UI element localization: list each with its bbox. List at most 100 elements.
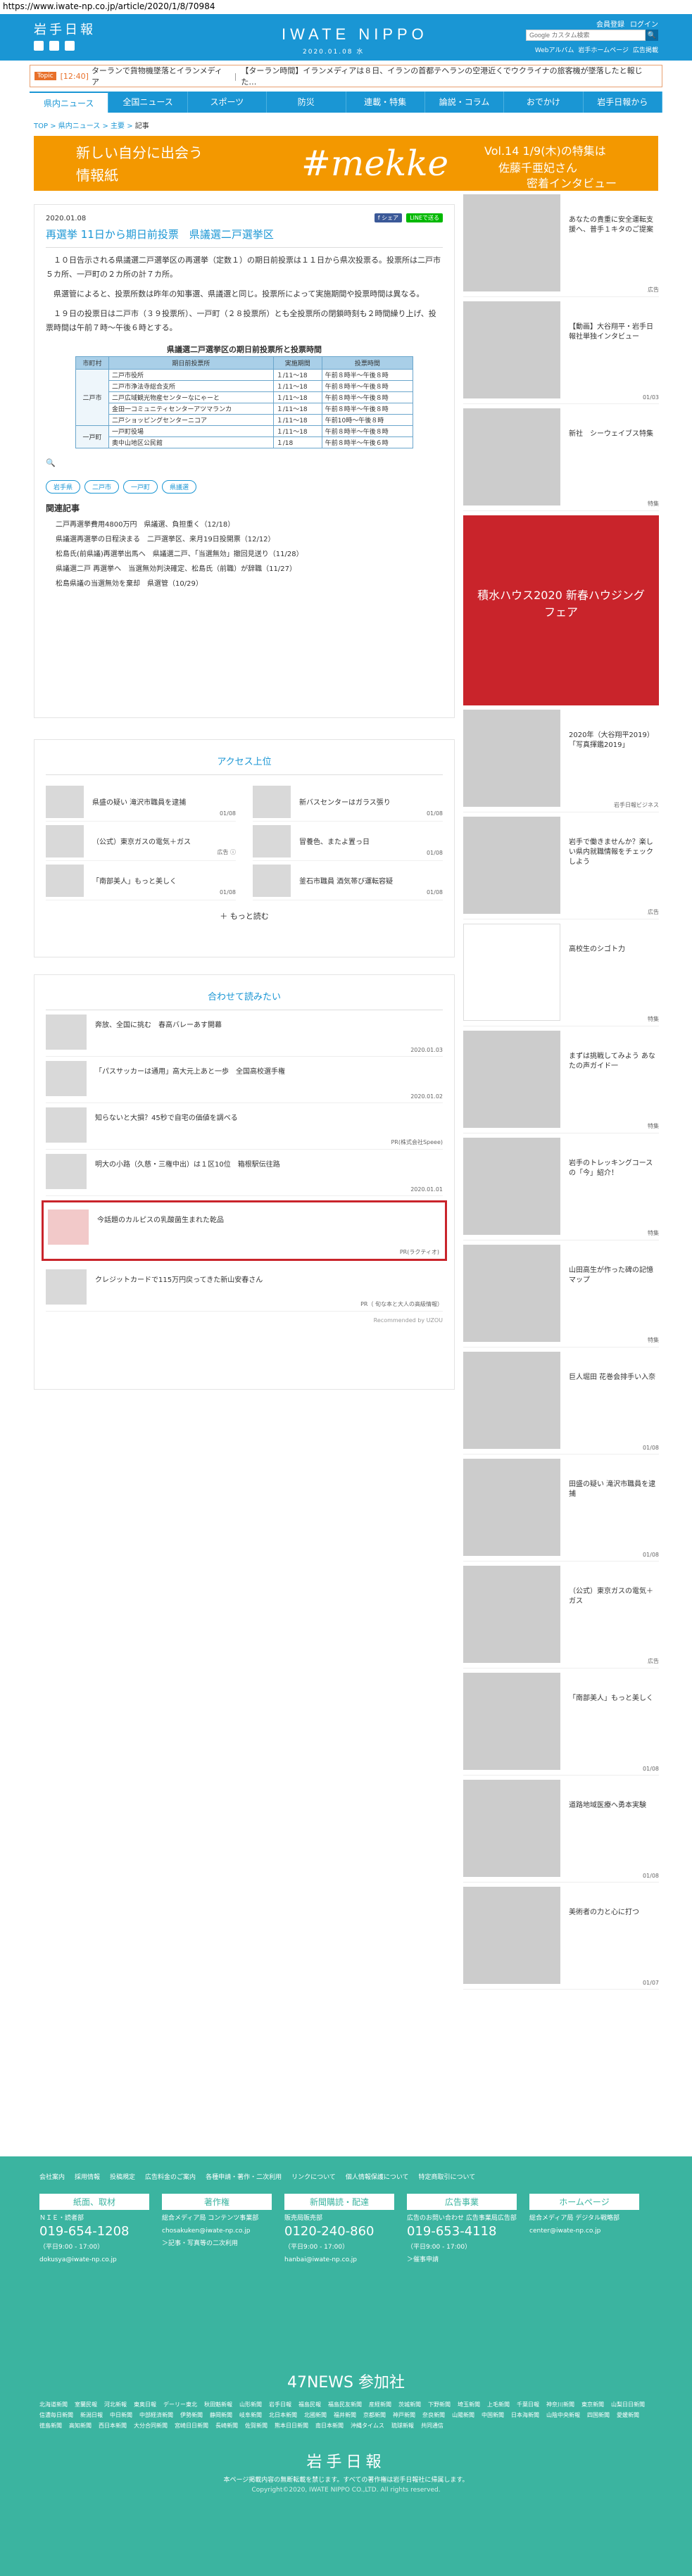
- member-link[interactable]: 茨城新聞: [398, 2401, 421, 2408]
- contact-email[interactable]: dokusya@iwate-np.co.jp: [39, 2256, 149, 2264]
- sidebar-item[interactable]: 2020年（大谷翔平2019）「写真揮鑑2019」 岩手日報ビジネス: [463, 705, 659, 812]
- member-link[interactable]: 琉球新報: [391, 2422, 414, 2430]
- member-link[interactable]: 中日新聞: [110, 2411, 132, 2419]
- powered-by[interactable]: Recommended by UZOU: [46, 1317, 443, 1324]
- tag-ninohe[interactable]: 二戸市: [84, 480, 120, 494]
- member-link[interactable]: 山梨日日新聞: [611, 2401, 645, 2408]
- member-link[interactable]: 西日本新聞: [99, 2422, 127, 2430]
- album-link[interactable]: Webアルバム: [535, 45, 574, 54]
- contact-email[interactable]: chosakuken@iwate-np.co.jp: [162, 2227, 272, 2235]
- member-link[interactable]: 東京新聞: [581, 2401, 604, 2408]
- footer-link[interactable]: 特定商取引について: [419, 2172, 476, 2181]
- tag-ichinohe[interactable]: 一戸町: [123, 480, 158, 494]
- member-link[interactable]: 千葉日報: [517, 2401, 539, 2408]
- highlighted-ad-item[interactable]: 今話題のカルピスの乳酸菌生まれた乾品 PR(ラクティオ): [42, 1200, 447, 1261]
- list-item[interactable]: 釜石市職員 酒気帯び運転容疑 01/08: [253, 861, 443, 900]
- tab-outing[interactable]: おでかけ: [504, 92, 584, 113]
- tab-editorial[interactable]: 論説・コラム: [425, 92, 505, 113]
- related-link[interactable]: 県議選二戸 再選挙へ 当選無効判決確定、松島氏（前職）が辞職（11/27）: [46, 563, 443, 573]
- member-link[interactable]: 宮崎日日新聞: [175, 2422, 208, 2430]
- list-item[interactable]: 明大の小路（久慈・三権中出）は１区10位 箱根駅伝往路 2020.01.01: [46, 1150, 443, 1196]
- member-link[interactable]: 中国新聞: [482, 2411, 504, 2419]
- member-link[interactable]: 山陽新聞: [452, 2411, 474, 2419]
- member-link[interactable]: 四国新聞: [587, 2411, 610, 2419]
- member-link[interactable]: 信濃毎日新聞: [39, 2411, 73, 2419]
- member-link[interactable]: 長崎新聞: [215, 2422, 238, 2430]
- footer-link[interactable]: 投稿規定: [110, 2172, 135, 2181]
- member-link[interactable]: 佐賀新聞: [245, 2422, 268, 2430]
- sidebar-item[interactable]: 道路地域医療へ勇本実験 01/08: [463, 1776, 659, 1883]
- footer-link[interactable]: 広告料金のご案内: [145, 2172, 196, 2181]
- sidebar-item[interactable]: あなたの貴重に安全運転支援へ、普手１キタのご提案 広告: [463, 190, 659, 297]
- facebook-share-button[interactable]: f シェア: [374, 213, 403, 222]
- member-link[interactable]: 北國新聞: [304, 2411, 327, 2419]
- member-link[interactable]: 下野新聞: [428, 2401, 451, 2408]
- contact-link[interactable]: ＞記事・写真等の二次利用: [162, 2239, 272, 2248]
- facebook-icon[interactable]: [49, 41, 59, 51]
- member-link[interactable]: 共同通信: [421, 2422, 443, 2430]
- sekisui-fair-ad[interactable]: 積水ハウス2020 新春ハウジングフェア: [463, 515, 659, 705]
- sidebar-item[interactable]: 田盛の疑い 滝沢市職員を逮捕 01/08: [463, 1455, 659, 1562]
- tab-disaster[interactable]: 防災: [267, 92, 346, 113]
- ticker-text[interactable]: 【ターラン時間】イランメディアは８日、イランの首都テヘランの空港近くでウクライナ…: [241, 65, 658, 87]
- phone-number[interactable]: 019-653-4118: [407, 2224, 517, 2239]
- related-link[interactable]: 二戸再選挙費用4800万円 県議選、負担重く（12/18）: [46, 518, 443, 529]
- footer-link[interactable]: 会社案内: [39, 2172, 65, 2181]
- url-bar[interactable]: https://www.iwate-np.co.jp/article/2020/…: [0, 0, 692, 14]
- homepage-link[interactable]: 岩手ホームページ: [578, 45, 629, 54]
- register-link[interactable]: 会員登録: [596, 18, 624, 29]
- member-link[interactable]: 沖縄タイムス: [351, 2422, 384, 2430]
- list-item[interactable]: 冒養色、またよ置っ日 01/08: [253, 822, 443, 861]
- sidebar-item[interactable]: （公式）東京ガスの電気＋ガス 広告: [463, 1562, 659, 1669]
- footer-link[interactable]: リンクについて: [291, 2172, 336, 2181]
- sidebar-item[interactable]: 「南部美人」もっと美しく 01/08: [463, 1669, 659, 1776]
- member-link[interactable]: 福島民友新聞: [328, 2401, 362, 2408]
- member-link[interactable]: 伊勢新聞: [180, 2411, 203, 2419]
- related-link[interactable]: 県議選再選挙の日程決まる 二戸選挙区、来月19日投開票（12/12）: [46, 533, 443, 544]
- member-link[interactable]: 東奥日報: [134, 2401, 156, 2408]
- member-link[interactable]: 北日本新聞: [269, 2411, 297, 2419]
- line-share-button[interactable]: LINEで送る: [406, 213, 443, 222]
- tab-national-news[interactable]: 全国ニュース: [108, 92, 188, 113]
- topic-ticker[interactable]: Topic [12:40] ターランで貨物機墜落とイランメディア | 【ターラン…: [30, 65, 662, 87]
- read-more-button[interactable]: ＋ もっと読む: [46, 910, 443, 922]
- footer-link[interactable]: 各種申請・著作・二次利用: [206, 2172, 282, 2181]
- member-link[interactable]: 日本海新聞: [511, 2411, 539, 2419]
- list-item[interactable]: 奔放、全国に挑む 春高バレーあす開幕 2020.01.03: [46, 1010, 443, 1057]
- list-item[interactable]: クレジットカードで115万円戻ってきた新山安春さん PR（ 旬な本と大人の高級情報…: [46, 1265, 443, 1312]
- contact-email[interactable]: center@iwate-np.co.jp: [529, 2227, 639, 2235]
- member-link[interactable]: 大分合同新聞: [134, 2422, 168, 2430]
- member-link[interactable]: 福井新聞: [334, 2411, 356, 2419]
- member-link[interactable]: 室蘭民報: [75, 2401, 97, 2408]
- member-link[interactable]: 愛媛新聞: [617, 2411, 639, 2419]
- mekke-banner[interactable]: 新しい自分に出会う 情報紙 #mekke Vol.14 1/9(木)の特集は 佐…: [34, 136, 658, 191]
- member-link[interactable]: 北海道新聞: [39, 2401, 68, 2408]
- search-icon[interactable]: 🔍: [646, 30, 658, 41]
- member-link[interactable]: 奈良新聞: [422, 2411, 445, 2419]
- member-link[interactable]: 山形新聞: [239, 2401, 262, 2408]
- member-link[interactable]: 静岡新聞: [210, 2411, 232, 2419]
- member-link[interactable]: 京都新聞: [363, 2411, 386, 2419]
- footer-link[interactable]: 個人情報保護について: [346, 2172, 409, 2181]
- member-link[interactable]: 秋田魁新報: [204, 2401, 232, 2408]
- contact-link[interactable]: ＞催事申請: [407, 2256, 517, 2264]
- sidebar-item[interactable]: 【動画】大谷翔平・岩手日報社単独インタビュー 01/03: [463, 297, 659, 404]
- logo-jp[interactable]: 岩手日報: [34, 20, 96, 38]
- member-link[interactable]: 神奈川新聞: [546, 2401, 574, 2408]
- sidebar-item[interactable]: 巨人堀田 花巻会排手い入奈 01/08: [463, 1347, 659, 1455]
- member-link[interactable]: 徳島新聞: [39, 2422, 62, 2430]
- phone-number[interactable]: 0120-240-860: [284, 2224, 394, 2239]
- list-item[interactable]: （公式）東京ガスの電気＋ガス 広告 ⓘ: [46, 822, 236, 861]
- list-item[interactable]: 新バスセンターはガラス張り 01/08: [253, 782, 443, 822]
- list-item[interactable]: 「南部美人」もっと美しく 01/08: [46, 861, 236, 900]
- member-link[interactable]: 埼玉新聞: [458, 2401, 480, 2408]
- tab-series[interactable]: 連載・特集: [346, 92, 425, 113]
- sidebar-item[interactable]: 岩手で働きませんか？楽しい県内就職情報をチェックしよう 広告: [463, 812, 659, 919]
- tab-from-nippo[interactable]: 岩手日報から: [584, 92, 662, 113]
- member-link[interactable]: 熊本日日新聞: [275, 2422, 308, 2430]
- tag-iwate[interactable]: 岩手県: [46, 480, 81, 494]
- ticker-headline[interactable]: ターランで貨物機墜落とイランメディア: [92, 65, 230, 87]
- sidebar-item[interactable]: 山田高生が作った碑の記憶マップ 特集: [463, 1240, 659, 1347]
- sidebar-item[interactable]: 美術者の力と心に打つ 01/07: [463, 1883, 659, 1990]
- breadcrumb-main[interactable]: 主要: [111, 122, 125, 130]
